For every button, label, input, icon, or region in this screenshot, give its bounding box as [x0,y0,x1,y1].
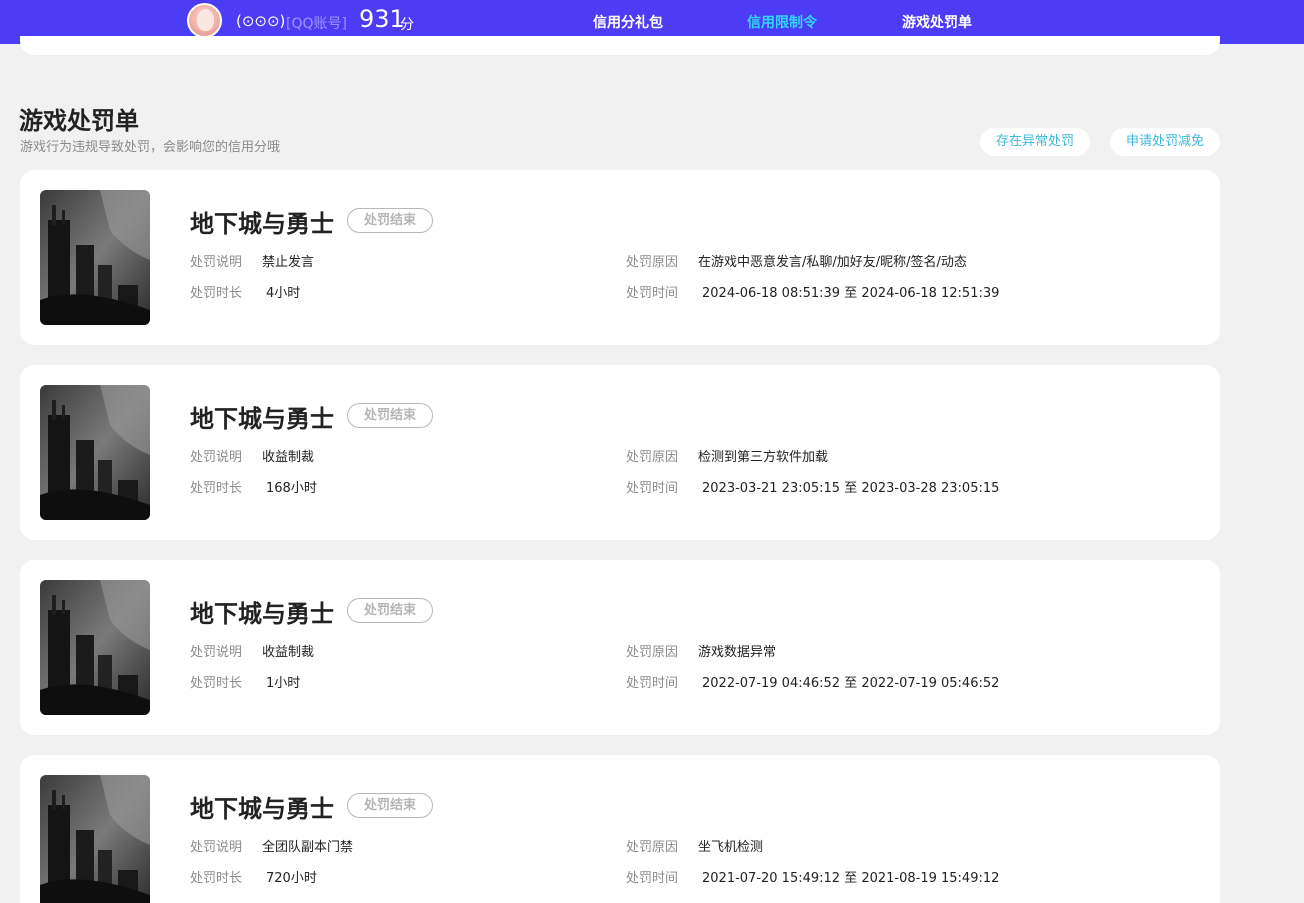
status-badge: 处罚结束 [347,208,433,233]
reason-label: 处罚原因 [626,645,679,660]
account-label: [QQ账号] [286,16,347,32]
reason-value: 坐飞机检测 [698,840,764,855]
game-name: 地下城与勇士 [190,600,334,628]
duration-label: 处罚时长 [190,481,243,496]
reason-value: 游戏数据异常 [698,645,777,660]
penalty-card: 地下城与勇士 处罚结束 处罚说明 禁止发言 处罚时长 4小时 处罚原因 在游戏中… [20,170,1220,345]
game-name: 地下城与勇士 [190,795,334,823]
penalty-card: 地下城与勇士 处罚结束 处罚说明 全团队副本门禁 处罚时长 720小时 处罚原因… [20,755,1220,903]
penalty-card: 地下城与勇士 处罚结束 处罚说明 收益制裁 处罚时长 1小时 处罚原因 游戏数据… [20,560,1220,735]
duration-label: 处罚时长 [190,676,243,691]
reason-label: 处罚原因 [626,255,679,270]
time-label: 处罚时间 [626,481,679,496]
reason-value: 检测到第三方软件加载 [698,450,829,465]
desc-value: 收益制裁 [262,645,315,660]
status-badge: 处罚结束 [347,598,433,623]
game-name: 地下城与勇士 [190,210,334,238]
desc-label: 处罚说明 [190,450,243,465]
reason-value: 在游戏中恶意发言/私聊/加好友/昵称/签名/动态 [698,255,967,270]
game-cover-image [40,580,150,715]
desc-label: 处罚说明 [190,255,243,270]
desc-value: 收益制裁 [262,450,315,465]
game-cover-image [40,385,150,520]
credit-score: 931 [359,5,405,33]
duration-label: 处罚时长 [190,871,243,886]
score-unit: 分 [400,17,414,33]
time-label: 处罚时间 [626,676,679,691]
reason-label: 处罚原因 [626,840,679,855]
duration-label: 处罚时长 [190,286,243,301]
duration-value: 168小时 [266,481,317,496]
time-value: 2023-03-21 23:05:15 至 2023-03-28 23:05:1… [702,481,1000,496]
time-label: 处罚时间 [626,871,679,886]
desc-value: 禁止发言 [262,255,315,270]
desc-label: 处罚说明 [190,840,243,855]
game-name: 地下城与勇士 [190,405,334,433]
tab-game-penalty[interactable]: 游戏处罚单 [902,12,972,32]
game-cover-image [40,190,150,325]
previous-card-edge [20,36,1220,55]
tab-credit-restriction[interactable]: 信用限制令 [747,12,817,32]
desc-value: 全团队副本门禁 [262,840,354,855]
duration-value: 720小时 [266,871,317,886]
time-label: 处罚时间 [626,286,679,301]
status-badge: 处罚结束 [347,403,433,428]
status-badge: 处罚结束 [347,793,433,818]
game-cover-image [40,775,150,903]
user-nickname: (⊙⊙⊙) [236,12,286,30]
tab-credit-gift[interactable]: 信用分礼包 [593,12,663,32]
desc-label: 处罚说明 [190,645,243,660]
duration-value: 1小时 [266,676,301,691]
section-subtitle: 游戏行为违规导致处罚，会影响您的信用分哦 [20,140,281,155]
section-title: 游戏处罚单 [19,107,139,135]
time-value: 2022-07-19 04:46:52 至 2022-07-19 05:46:5… [702,676,1000,691]
time-value: 2021-07-20 15:49:12 至 2021-08-19 15:49:1… [702,871,1000,886]
user-avatar[interactable] [187,3,222,38]
apply-penalty-reduction-button[interactable]: 申请处罚减免 [1110,128,1220,156]
time-value: 2024-06-18 08:51:39 至 2024-06-18 12:51:3… [702,286,1000,301]
penalty-card: 地下城与勇士 处罚结束 处罚说明 收益制裁 处罚时长 168小时 处罚原因 检测… [20,365,1220,540]
abnormal-penalty-button[interactable]: 存在异常处罚 [980,128,1090,156]
duration-value: 4小时 [266,286,301,301]
reason-label: 处罚原因 [626,450,679,465]
